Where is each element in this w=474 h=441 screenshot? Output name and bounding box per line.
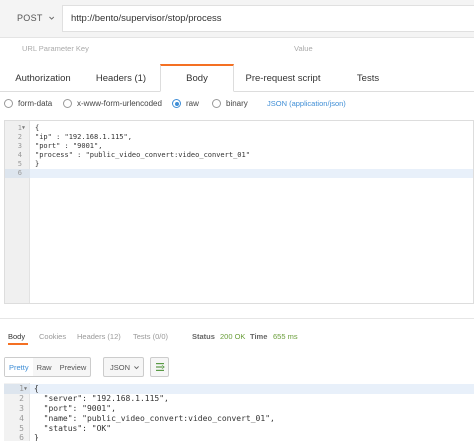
tab-tests[interactable]: Tests <box>332 64 404 92</box>
code-line: "port": "9001", <box>34 404 116 413</box>
wrap-lines-icon <box>155 363 165 371</box>
tab-body[interactable]: Body <box>160 64 234 92</box>
param-key-field[interactable]: URL Parameter Key <box>22 44 89 53</box>
tab-response-headers[interactable]: Headers (12) <box>77 332 121 341</box>
body-type-selector: form-data x-www-form-urlencoded raw bina… <box>0 96 474 114</box>
radio-label: x-www-form-urlencoded <box>77 99 162 108</box>
radio-x-www-form-urlencoded[interactable]: x-www-form-urlencoded <box>63 99 162 108</box>
code-line: "ip" : "192.168.1.115", <box>35 133 132 141</box>
code-line: "status": "OK" <box>34 424 112 433</box>
tab-response-tests[interactable]: Tests (0/0) <box>133 332 168 341</box>
tab-label: Pre-request script <box>245 72 321 84</box>
code-line: { <box>35 124 40 132</box>
time-label: Time <box>250 332 268 341</box>
radio-icon <box>4 99 13 108</box>
radio-label: binary <box>226 99 248 108</box>
wrap-lines-button[interactable] <box>150 357 169 377</box>
url-input[interactable]: http://bento/supervisor/stop/process <box>62 5 474 32</box>
response-body-viewer[interactable]: 1 2 3 4 5 6 ▼ { "server": "192.168.1.115… <box>4 383 474 441</box>
radio-label: form-data <box>18 99 53 108</box>
tab-authorization[interactable]: Authorization <box>4 64 82 92</box>
url-params-row: URL Parameter Key Value <box>0 40 474 60</box>
active-tab-indicator <box>8 343 28 345</box>
line-number: 3 <box>17 142 22 150</box>
line-number: 3 <box>19 404 24 413</box>
response-gutter: 1 2 3 4 5 6 ▼ <box>4 383 30 441</box>
tab-label: Body <box>186 73 208 84</box>
request-body-editor[interactable]: 1 2 3 4 5 6 ▼ { "ip" : "192.168.1.115", … <box>4 120 474 304</box>
method-selector[interactable]: POST <box>5 7 55 29</box>
code-line: { <box>30 384 474 394</box>
radio-form-data[interactable]: form-data <box>4 99 52 108</box>
tab-headers[interactable]: Headers (1) <box>82 64 160 92</box>
tab-label: Headers (1) <box>95 72 147 84</box>
format-dropdown[interactable]: JSON <box>103 357 144 377</box>
format-label: JSON <box>110 362 131 372</box>
request-tabs: Authorization Headers (1) Body Pre-reque… <box>0 64 474 92</box>
request-url-bar: POST http://bento/supervisor/stop/proces… <box>0 0 474 38</box>
editor-gutter: 1 2 3 4 5 6 ▼ <box>5 121 30 303</box>
code-line: "server": "192.168.1.115", <box>34 394 169 403</box>
raw-button[interactable]: Raw <box>33 358 56 376</box>
radio-raw[interactable]: raw <box>172 99 199 108</box>
radio-icon <box>63 99 72 108</box>
line-number: 2 <box>17 133 22 141</box>
preview-button[interactable]: Preview <box>56 358 91 376</box>
content-type-dropdown[interactable]: JSON (application/json) <box>267 99 346 108</box>
tab-response-body[interactable]: Body <box>8 332 25 341</box>
line-number: 6 <box>5 169 30 178</box>
tab-label: Tests <box>356 72 380 84</box>
chevron-down-icon <box>134 365 139 369</box>
code-line: } <box>35 160 40 168</box>
chevron-down-icon <box>48 16 54 20</box>
status-value: 200 OK <box>220 332 246 341</box>
url-text: http://bento/supervisor/stop/process <box>71 13 222 24</box>
line-number: 6 <box>19 433 24 441</box>
tab-label: Authorization <box>15 72 71 84</box>
line-number: 4 <box>19 414 24 423</box>
pane-divider[interactable] <box>0 318 474 319</box>
line-number: 4 <box>17 151 22 159</box>
fold-arrow-icon[interactable]: ▼ <box>22 125 25 131</box>
param-value-field[interactable]: Value <box>294 44 313 53</box>
code-line: "name": "public_video_convert:video_conv… <box>34 414 275 423</box>
radio-label: raw <box>186 99 199 108</box>
line-number: 2 <box>19 394 24 403</box>
line-number: 1 <box>17 124 22 132</box>
pretty-button[interactable]: Pretty <box>5 358 33 376</box>
fold-arrow-icon[interactable]: ▼ <box>24 386 27 392</box>
radio-selected-icon <box>172 99 181 108</box>
code-line: "process" : "public_video_convert:video_… <box>35 151 250 159</box>
code-line: } <box>34 433 39 441</box>
view-mode-group: Pretty Raw Preview <box>4 357 92 377</box>
radio-icon <box>212 99 221 108</box>
line-number: 5 <box>17 160 22 168</box>
status-label: Status <box>192 332 215 341</box>
tab-pre-request-script[interactable]: Pre-request script <box>234 64 332 92</box>
time-value: 655 ms <box>273 332 298 341</box>
method-label: POST <box>17 13 43 23</box>
response-tabs: Body Cookies Headers (12) Tests (0/0) St… <box>0 329 474 345</box>
code-line: "port" : "9001", <box>35 142 103 150</box>
response-toolbar: Pretty Raw Preview JSON <box>0 357 474 379</box>
code-line-cursor <box>30 169 473 178</box>
radio-binary[interactable]: binary <box>212 99 248 108</box>
tab-response-cookies[interactable]: Cookies <box>39 332 66 341</box>
